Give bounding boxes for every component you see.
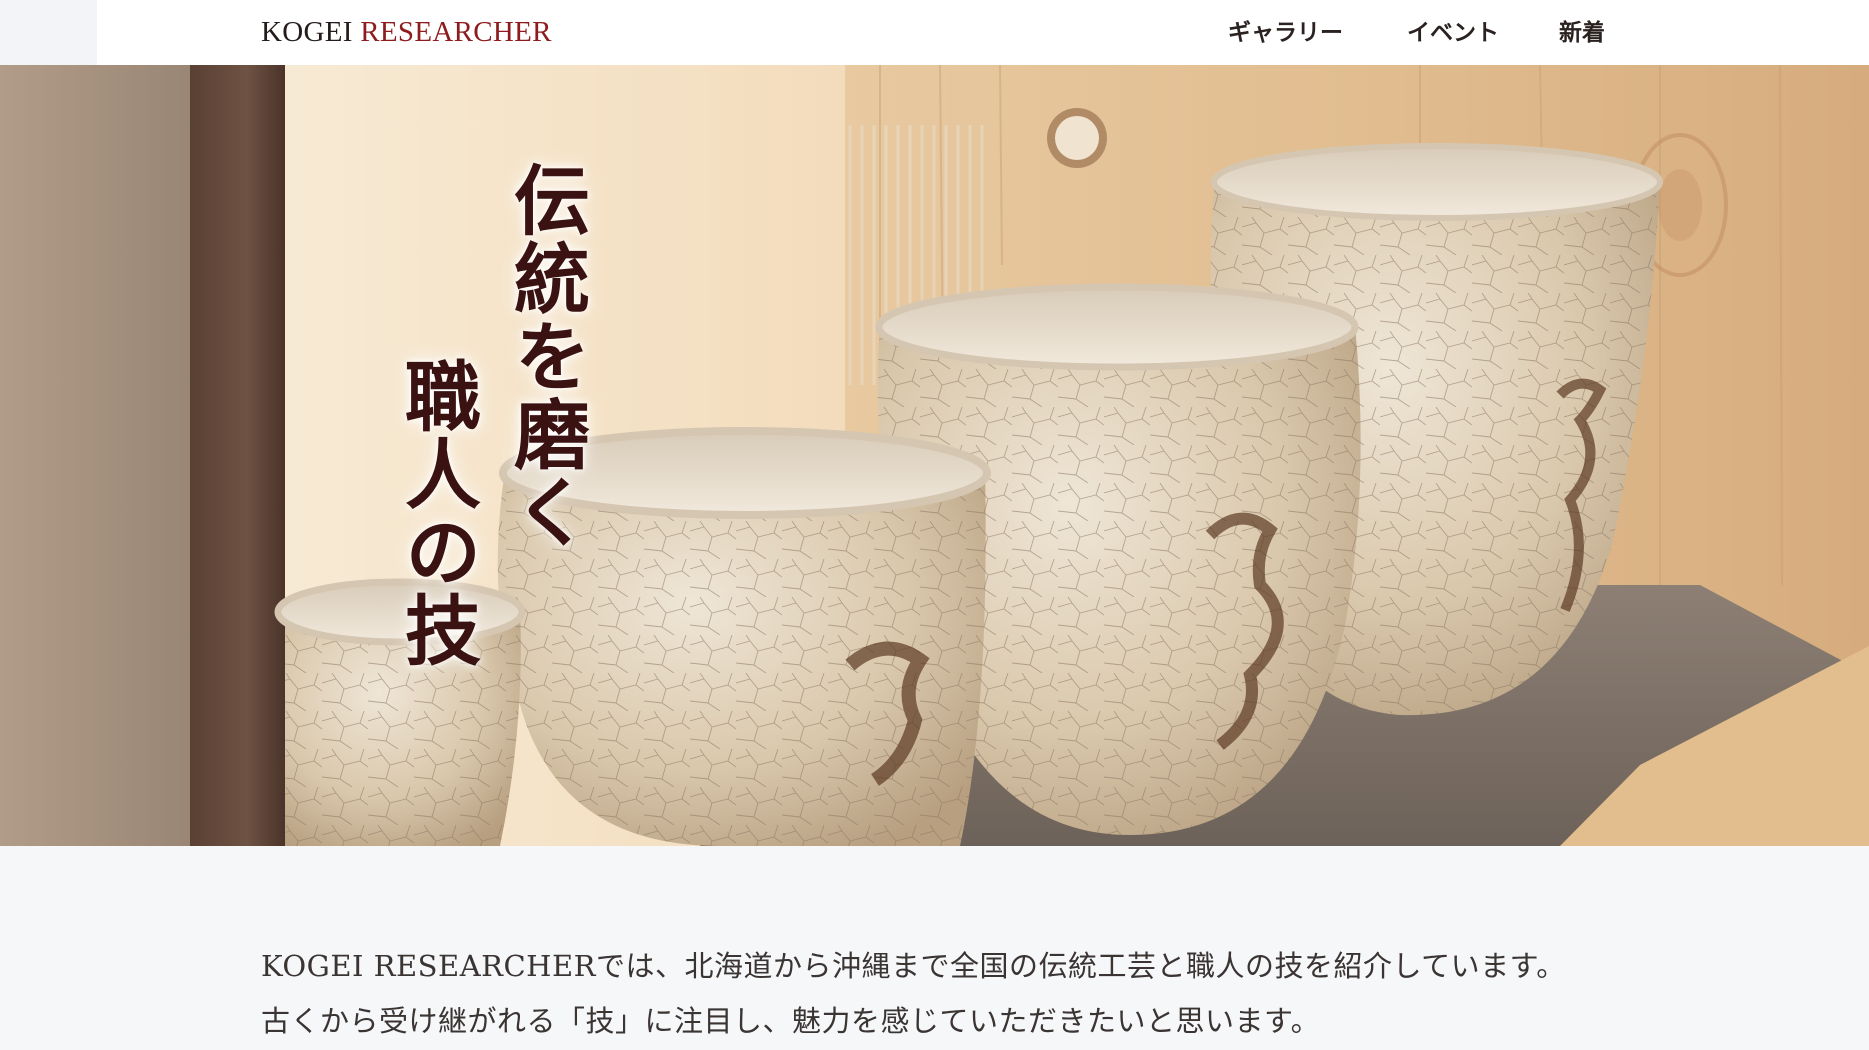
site-header: KOGEI RESEARCHER ギャラリー イベント 新着	[0, 0, 1869, 65]
header-left-tint	[0, 0, 97, 65]
page: KOGEI RESEARCHER ギャラリー イベント 新着 伝統を磨く 職人の…	[0, 0, 1869, 1050]
nav-event[interactable]: イベント	[1407, 16, 1499, 50]
nav-news[interactable]: 新着	[1559, 16, 1605, 50]
logo-kogei: KOGEI	[261, 16, 353, 48]
intro-paragraph-1: KOGEI RESEARCHERでは、北海道から沖縄まで全国の伝統工芸と職人の技…	[261, 949, 1566, 983]
logo-researcher: RESEARCHER	[360, 16, 552, 48]
intro-paragraph-2: 古くから受け継がれる「技」に注目し、魅力を感じていただきたいと思います。	[261, 1004, 1321, 1038]
site-logo[interactable]: KOGEI RESEARCHER	[261, 14, 552, 50]
nav-gallery[interactable]: ギャラリー	[1228, 16, 1343, 50]
hero-banner: 伝統を磨く 職人の技	[0, 65, 1869, 846]
hero-headline-2: 職人の技	[392, 357, 481, 669]
hero-headline-1: 伝統を磨く	[501, 161, 590, 551]
hero-photo-teacups	[0, 65, 1869, 846]
